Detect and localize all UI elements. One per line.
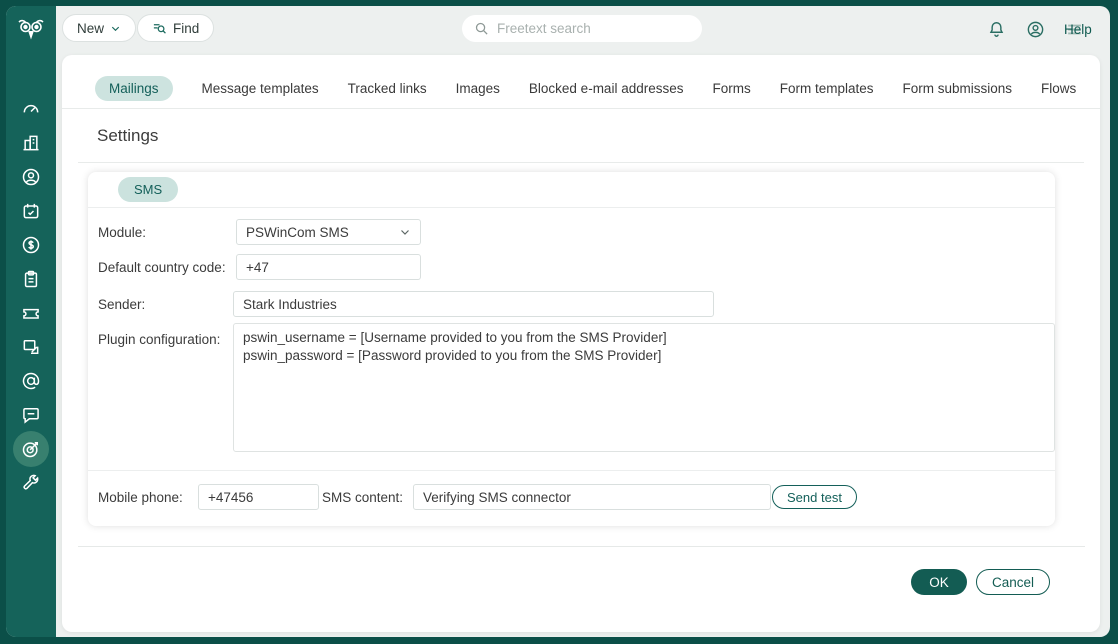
main-panel: Mailings Message templates Tracked links… — [62, 55, 1100, 632]
wrench-icon — [21, 473, 41, 493]
default-country-code-input[interactable] — [236, 254, 421, 280]
ok-button[interactable]: OK — [911, 569, 967, 595]
find-button-label: Find — [173, 20, 200, 36]
tab-mailings[interactable]: Mailings — [95, 76, 173, 101]
notifications-bell-icon[interactable] — [987, 20, 1006, 39]
tab-form-templates[interactable]: Form templates — [780, 76, 874, 101]
sidebar-item-companies[interactable] — [6, 132, 56, 153]
tab-form-submissions[interactable]: Form submissions — [903, 76, 1013, 101]
plugin-configuration-textarea[interactable]: pswin_username = [Username provided to y… — [233, 323, 1055, 452]
sidebar-item-marketing[interactable] — [6, 438, 56, 459]
account-icon[interactable] — [1026, 20, 1045, 39]
filter-search-icon — [152, 21, 167, 36]
tab-message-templates[interactable]: Message templates — [202, 76, 319, 101]
tab-forms[interactable]: Forms — [712, 76, 750, 101]
sidebar-item-pages[interactable] — [6, 336, 56, 357]
tab-blocked-email-addresses[interactable]: Blocked e-mail addresses — [529, 76, 684, 101]
sender-input[interactable] — [233, 291, 714, 317]
sidebar-item-dashboard[interactable] — [6, 98, 56, 119]
send-test-button[interactable]: Send test — [772, 485, 857, 509]
clipboard-icon — [21, 269, 41, 289]
chevron-down-icon — [110, 23, 121, 34]
sidebar-item-email-marketing[interactable] — [6, 370, 56, 391]
app-window: New Find Help Mailings Message templates… — [6, 6, 1110, 637]
company-icon — [21, 133, 41, 153]
new-button-label: New — [77, 20, 105, 36]
plugin-configuration-label: Plugin configuration: — [98, 332, 221, 347]
mobile-phone-label: Mobile phone: — [98, 490, 183, 505]
sidebar-item-contacts[interactable] — [6, 166, 56, 187]
tab-bar: Mailings Message templates Tracked links… — [62, 55, 1100, 109]
module-label: Module: — [98, 225, 147, 240]
ticket-icon — [21, 303, 41, 323]
tab-flows[interactable]: Flows — [1041, 76, 1076, 101]
sidebar-item-chat[interactable] — [6, 404, 56, 425]
at-icon — [21, 371, 41, 391]
freetext-search — [462, 15, 702, 42]
search-input[interactable] — [497, 21, 690, 36]
sms-card-tabbar: SMS — [88, 172, 1055, 208]
sidebar-item-tasks[interactable] — [6, 268, 56, 289]
pages-icon — [21, 337, 41, 357]
module-select-value: PSWinCom SMS — [246, 224, 349, 240]
calendar-icon — [21, 201, 41, 221]
new-button[interactable]: New — [62, 14, 137, 42]
sidebar-item-tickets[interactable] — [6, 302, 56, 323]
cancel-button[interactable]: Cancel — [976, 569, 1050, 595]
sidebar-nav — [6, 56, 56, 493]
sidebar-item-finance[interactable] — [6, 234, 56, 255]
sidebar-item-calendar[interactable] — [6, 200, 56, 221]
contact-icon — [21, 167, 41, 187]
tab-sms[interactable]: SMS — [118, 177, 179, 202]
page-title: Settings — [97, 125, 159, 145]
dashboard-icon — [21, 99, 41, 119]
footer-divider — [78, 546, 1085, 547]
sms-settings-card: SMS Module: PSWinCom SMS Default country… — [88, 172, 1055, 526]
sms-content-input[interactable] — [413, 484, 771, 510]
sms-content-label: SMS content: — [322, 490, 404, 505]
sender-label: Sender: — [98, 297, 146, 312]
sidebar-item-tools[interactable] — [6, 472, 56, 493]
module-select[interactable]: PSWinCom SMS — [236, 219, 421, 245]
target-icon — [21, 439, 41, 459]
chevron-down-icon — [399, 226, 411, 238]
card-divider — [88, 470, 1055, 471]
tab-tracked-links[interactable]: Tracked links — [348, 76, 427, 101]
owl-logo-icon — [6, 6, 56, 56]
chat-icon — [21, 405, 41, 425]
dollar-icon — [21, 235, 41, 255]
find-button[interactable]: Find — [137, 14, 215, 42]
help-link[interactable]: Help — [1064, 22, 1092, 37]
tab-images[interactable]: Images — [456, 76, 500, 101]
topbar: New Find Help — [56, 6, 1110, 55]
page-header: Settings — [78, 109, 1084, 163]
mobile-phone-input[interactable] — [198, 484, 319, 510]
sidebar — [6, 6, 56, 637]
search-icon — [474, 21, 489, 36]
default-country-code-label: Default country code: — [98, 260, 226, 275]
